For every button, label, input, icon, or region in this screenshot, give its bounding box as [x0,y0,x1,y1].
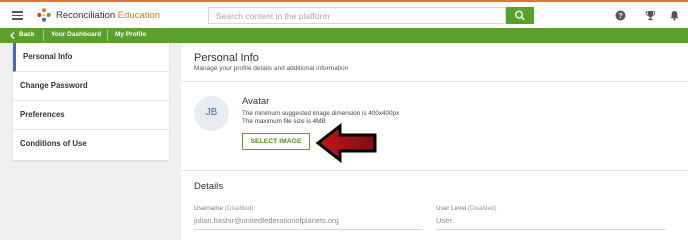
username-label: Username (Disabled) [194,205,254,212]
sidebar-item-conditions-of-use[interactable]: Conditions of Use [13,130,169,160]
sidebar-item-label: Change Password [20,81,88,90]
svg-text:?: ? [618,11,623,20]
chevron-left-icon [10,32,15,39]
page-subtitle: Manage your profile details and addition… [194,65,349,72]
username-disabled-status: (Disabled) [224,205,254,212]
divider [181,170,688,171]
top-bar: Reconciliation Education Search content … [0,0,688,28]
sidebar-item-preferences[interactable]: Preferences [13,101,169,130]
help-icon[interactable]: ? [615,10,626,21]
breadcrumb-divider [43,30,44,41]
sidebar-item-personal-info[interactable]: Personal Info [13,43,169,72]
sidebar-item-label: Personal Info [23,52,73,61]
user-level-underline [436,229,666,230]
search-icon [514,10,525,21]
menu-icon[interactable] [12,11,23,20]
breadcrumb-profile: My Profile [115,31,147,38]
divider [181,81,688,82]
arrow-annotation-icon [315,123,377,163]
username-underline [194,229,422,230]
avatar-dimension-hint: The minimum suggested image dimension is… [242,110,400,117]
username-label-text: Username [194,205,224,212]
avatar-title: Avatar [242,96,270,107]
profile-sidebar: Personal Info Change Password Preference… [13,43,169,160]
logo-icon [37,8,51,22]
select-image-label: SELECT IMAGE [250,138,302,145]
breadcrumb-divider [107,30,108,41]
user-level-label-text: User Level [436,205,467,212]
trophy-icon[interactable] [645,10,656,21]
breadcrumb: Back Your Dashboard My Profile [0,28,688,43]
details-heading: Details [194,181,224,192]
main-panel: Personal Info Manage your profile detail… [181,43,688,240]
sidebar-item-label: Preferences [20,110,65,119]
sidebar-item-change-password[interactable]: Change Password [13,72,169,101]
bell-icon[interactable] [669,10,680,21]
search-button[interactable] [506,7,534,24]
breadcrumb-dashboard[interactable]: Your Dashboard [51,31,101,38]
user-level-field: User [436,216,452,225]
select-image-button[interactable]: SELECT IMAGE [242,133,310,150]
user-level-label: User Level (Disabled) [436,205,497,212]
search-placeholder: Search content in the platform [216,11,330,21]
username-field: julian.bashir@unitedfederationofplanets.… [194,216,339,225]
search-input[interactable]: Search content in the platform [208,7,506,24]
user-level-disabled-status: (Disabled) [467,205,497,212]
back-link[interactable]: Back [19,31,35,38]
brand-part1: Reconciliation [56,10,116,21]
page-title: Personal Info [194,52,259,64]
avatar-initials: JB [205,107,218,118]
brand-name[interactable]: Reconciliation Education [56,10,160,21]
brand-part2: Education [117,10,161,21]
avatar: JB [194,96,229,131]
sidebar-item-label: Conditions of Use [20,139,87,148]
